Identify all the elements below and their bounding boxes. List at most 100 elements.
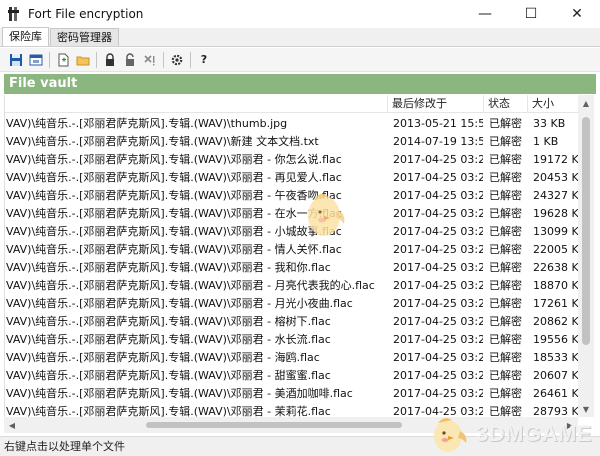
- table-row[interactable]: VAV)\纯音乐.-.[邓丽君萨克斯风].专辑.(WAV)\邓丽君 - 美酒加咖…: [5, 385, 579, 403]
- table-row[interactable]: VAV)\纯音乐.-.[邓丽君萨克斯风].专辑.(WAV)\邓丽君 - 我和你.…: [5, 259, 579, 277]
- title-bar: Fort File encryption — ☐ ✕: [0, 0, 600, 28]
- column-header-name[interactable]: [5, 95, 386, 113]
- close-button[interactable]: ✕: [554, 0, 600, 28]
- table-row[interactable]: VAV)\纯音乐.-.[邓丽君萨克斯风].专辑.(WAV)\邓丽君 - 午夜香吻…: [5, 187, 579, 205]
- window-controls: — ☐ ✕: [462, 0, 600, 28]
- status-cell: 已解密: [489, 243, 522, 256]
- file-size-cell: 26461 KB: [533, 387, 579, 400]
- modified-date-cell: 2017-04-25 03:22: [393, 153, 483, 166]
- modified-date-cell: 2017-04-25 03:21: [393, 207, 483, 220]
- status-cell: 已解密: [489, 189, 522, 202]
- remove-icon[interactable]: [140, 50, 160, 70]
- table-row[interactable]: VAV)\纯音乐.-.[邓丽君萨克斯风].专辑.(WAV)\新建 文本文档.tx…: [5, 133, 579, 151]
- modified-date-cell: 2017-04-25 03:23: [393, 315, 483, 328]
- status-cell: 已解密: [489, 387, 522, 400]
- modified-date-cell: 2017-04-25 03:20: [393, 189, 483, 202]
- table-row[interactable]: VAV)\纯音乐.-.[邓丽君萨克斯风].专辑.(WAV)\邓丽君 - 月亮代表…: [5, 277, 579, 295]
- file-size-cell: 24327 KB: [533, 189, 579, 202]
- open-vault-icon[interactable]: [26, 50, 46, 70]
- table-row[interactable]: VAV)\纯音乐.-.[邓丽君萨克斯风].专辑.(WAV)\邓丽君 - 情人关怀…: [5, 241, 579, 259]
- file-name-cell: VAV)\纯音乐.-.[邓丽君萨克斯风].专辑.(WAV)\邓丽君 - 情人关怀…: [6, 243, 342, 256]
- file-size-cell: 18533 KB: [533, 351, 579, 364]
- file-size-cell: 18870 KB: [533, 279, 579, 292]
- chick-mascot-icon: [308, 193, 345, 236]
- file-name-cell: VAV)\纯音乐.-.[邓丽君萨克斯风].专辑.(WAV)\新建 文本文档.tx…: [6, 135, 319, 148]
- scroll-left-icon[interactable]: ◀: [4, 417, 20, 433]
- toolbar-separator: [49, 51, 50, 68]
- file-name-cell: VAV)\纯音乐.-.[邓丽君萨克斯风].专辑.(WAV)\邓丽君 - 海鸥.f…: [6, 351, 320, 364]
- file-size-cell: 20607 KB: [533, 369, 579, 382]
- toolbar-separator: [163, 51, 164, 68]
- table-row[interactable]: VAV)\纯音乐.-.[邓丽君萨克斯风].专辑.(WAV)\thumb.jpg 2…: [5, 115, 579, 133]
- gear-icon[interactable]: [167, 50, 187, 70]
- file-size-cell: 33 KB: [533, 117, 566, 130]
- horizontal-scroll-thumb[interactable]: [146, 422, 402, 428]
- file-name-cell: VAV)\纯音乐.-.[邓丽君萨克斯风].专辑.(WAV)\邓丽君 - 甜蜜蜜.…: [6, 369, 331, 382]
- watermark-mascot-icon: [434, 418, 467, 452]
- table-row[interactable]: VAV)\纯音乐.-.[邓丽君萨克斯风].专辑.(WAV)\邓丽君 - 甜蜜蜜.…: [5, 367, 579, 385]
- table-row[interactable]: VAV)\纯音乐.-.[邓丽君萨克斯风].专辑.(WAV)\邓丽君 - 在水一方…: [5, 205, 579, 223]
- file-size-cell: 28793 KB: [533, 405, 579, 417]
- vertical-scroll-thumb[interactable]: [582, 117, 590, 345]
- modified-date-cell: 2017-04-25 03:22: [393, 171, 483, 184]
- status-cell: 已解密: [489, 135, 522, 148]
- list-header: 最后修改于 状态 大小: [5, 95, 579, 113]
- table-row[interactable]: VAV)\纯音乐.-.[邓丽君萨克斯风].专辑.(WAV)\邓丽君 - 榕树下.…: [5, 313, 579, 331]
- column-header-modified[interactable]: 最后修改于: [387, 95, 483, 113]
- table-row[interactable]: VAV)\纯音乐.-.[邓丽君萨克斯风].专辑.(WAV)\邓丽君 - 水长流.…: [5, 331, 579, 349]
- lock-icon[interactable]: [100, 50, 120, 70]
- column-header-status[interactable]: 状态: [483, 95, 527, 113]
- file-name-cell: VAV)\纯音乐.-.[邓丽君萨克斯风].专辑.(WAV)\邓丽君 - 月亮代表…: [6, 279, 375, 292]
- modified-date-cell: 2014-07-19 13:56: [393, 135, 483, 148]
- status-cell: 已解密: [489, 171, 522, 184]
- modified-date-cell: 2017-04-25 03:22: [393, 243, 483, 256]
- modified-date-cell: 2017-04-25 03:25: [393, 297, 483, 310]
- vertical-scrollbar[interactable]: ▲ ▼: [578, 95, 594, 417]
- scroll-up-icon[interactable]: ▲: [578, 95, 594, 111]
- modified-date-cell: 2017-04-25 03:24: [393, 225, 483, 238]
- status-cell: 已解密: [489, 405, 522, 417]
- add-folder-icon[interactable]: [73, 50, 93, 70]
- file-size-cell: 1 KB: [533, 135, 559, 148]
- save-icon[interactable]: [6, 50, 26, 70]
- table-row[interactable]: VAV)\纯音乐.-.[邓丽君萨克斯风].专辑.(WAV)\邓丽君 - 你怎么说…: [5, 151, 579, 169]
- scroll-down-icon[interactable]: ▼: [578, 401, 594, 417]
- file-name-cell: VAV)\纯音乐.-.[邓丽君萨克斯风].专辑.(WAV)\邓丽君 - 我和你.…: [6, 261, 331, 274]
- status-cell: 已解密: [489, 351, 522, 364]
- file-size-cell: 13099 KB: [533, 225, 579, 238]
- status-cell: 已解密: [489, 369, 522, 382]
- toolbar-separator: [96, 51, 97, 68]
- status-cell: 已解密: [489, 315, 522, 328]
- minimize-button[interactable]: —: [462, 0, 508, 28]
- help-icon[interactable]: ?: [194, 50, 214, 70]
- tab-strip: 保险库 密码管理器: [0, 27, 600, 47]
- window-title: Fort File encryption: [28, 7, 144, 21]
- table-row[interactable]: VAV)\纯音乐.-.[邓丽君萨克斯风].专辑.(WAV)\邓丽君 - 海鸥.f…: [5, 349, 579, 367]
- file-size-cell: 22638 KB: [533, 261, 579, 274]
- column-header-size[interactable]: 大小: [527, 95, 579, 113]
- unlock-icon[interactable]: [120, 50, 140, 70]
- table-row[interactable]: VAV)\纯音乐.-.[邓丽君萨克斯风].专辑.(WAV)\邓丽君 - 茉莉花.…: [5, 403, 579, 417]
- modified-date-cell: 2017-04-25 03:24: [393, 387, 483, 400]
- status-cell: 已解密: [489, 207, 522, 220]
- file-rows: VAV)\纯音乐.-.[邓丽君萨克斯风].专辑.(WAV)\thumb.jpg 2…: [5, 115, 579, 417]
- file-name-cell: VAV)\纯音乐.-.[邓丽君萨克斯风].专辑.(WAV)\邓丽君 - 美酒加咖…: [6, 387, 353, 400]
- file-name-cell: VAV)\纯音乐.-.[邓丽君萨克斯风].专辑.(WAV)\邓丽君 - 你怎么说…: [6, 153, 342, 166]
- file-size-cell: 22005 KB: [533, 243, 579, 256]
- status-cell: 已解密: [489, 225, 522, 238]
- table-row[interactable]: VAV)\纯音乐.-.[邓丽君萨克斯风].专辑.(WAV)\邓丽君 - 再见爱人…: [5, 169, 579, 187]
- modified-date-cell: 2017-04-25 03:23: [393, 261, 483, 274]
- modified-date-cell: 2017-04-25 03:24: [393, 369, 483, 382]
- table-row[interactable]: VAV)\纯音乐.-.[邓丽君萨克斯风].专辑.(WAV)\邓丽君 - 月光小夜…: [5, 295, 579, 313]
- add-file-icon[interactable]: [53, 50, 73, 70]
- tab-vault[interactable]: 保险库: [2, 27, 49, 46]
- file-size-cell: 19628 KB: [533, 207, 579, 220]
- tab-password-manager[interactable]: 密码管理器: [50, 28, 119, 46]
- file-size-cell: 19172 KB: [533, 153, 579, 166]
- watermark-text: 3DMGAME: [476, 421, 592, 446]
- maximize-button[interactable]: ☐: [508, 0, 554, 28]
- status-cell: 已解密: [489, 117, 522, 130]
- table-row[interactable]: VAV)\纯音乐.-.[邓丽君萨克斯风].专辑.(WAV)\邓丽君 - 小城故事…: [5, 223, 579, 241]
- modified-date-cell: 2017-04-25 03:22: [393, 279, 483, 292]
- file-name-cell: VAV)\纯音乐.-.[邓丽君萨克斯风].专辑.(WAV)\邓丽君 - 月光小夜…: [6, 297, 353, 310]
